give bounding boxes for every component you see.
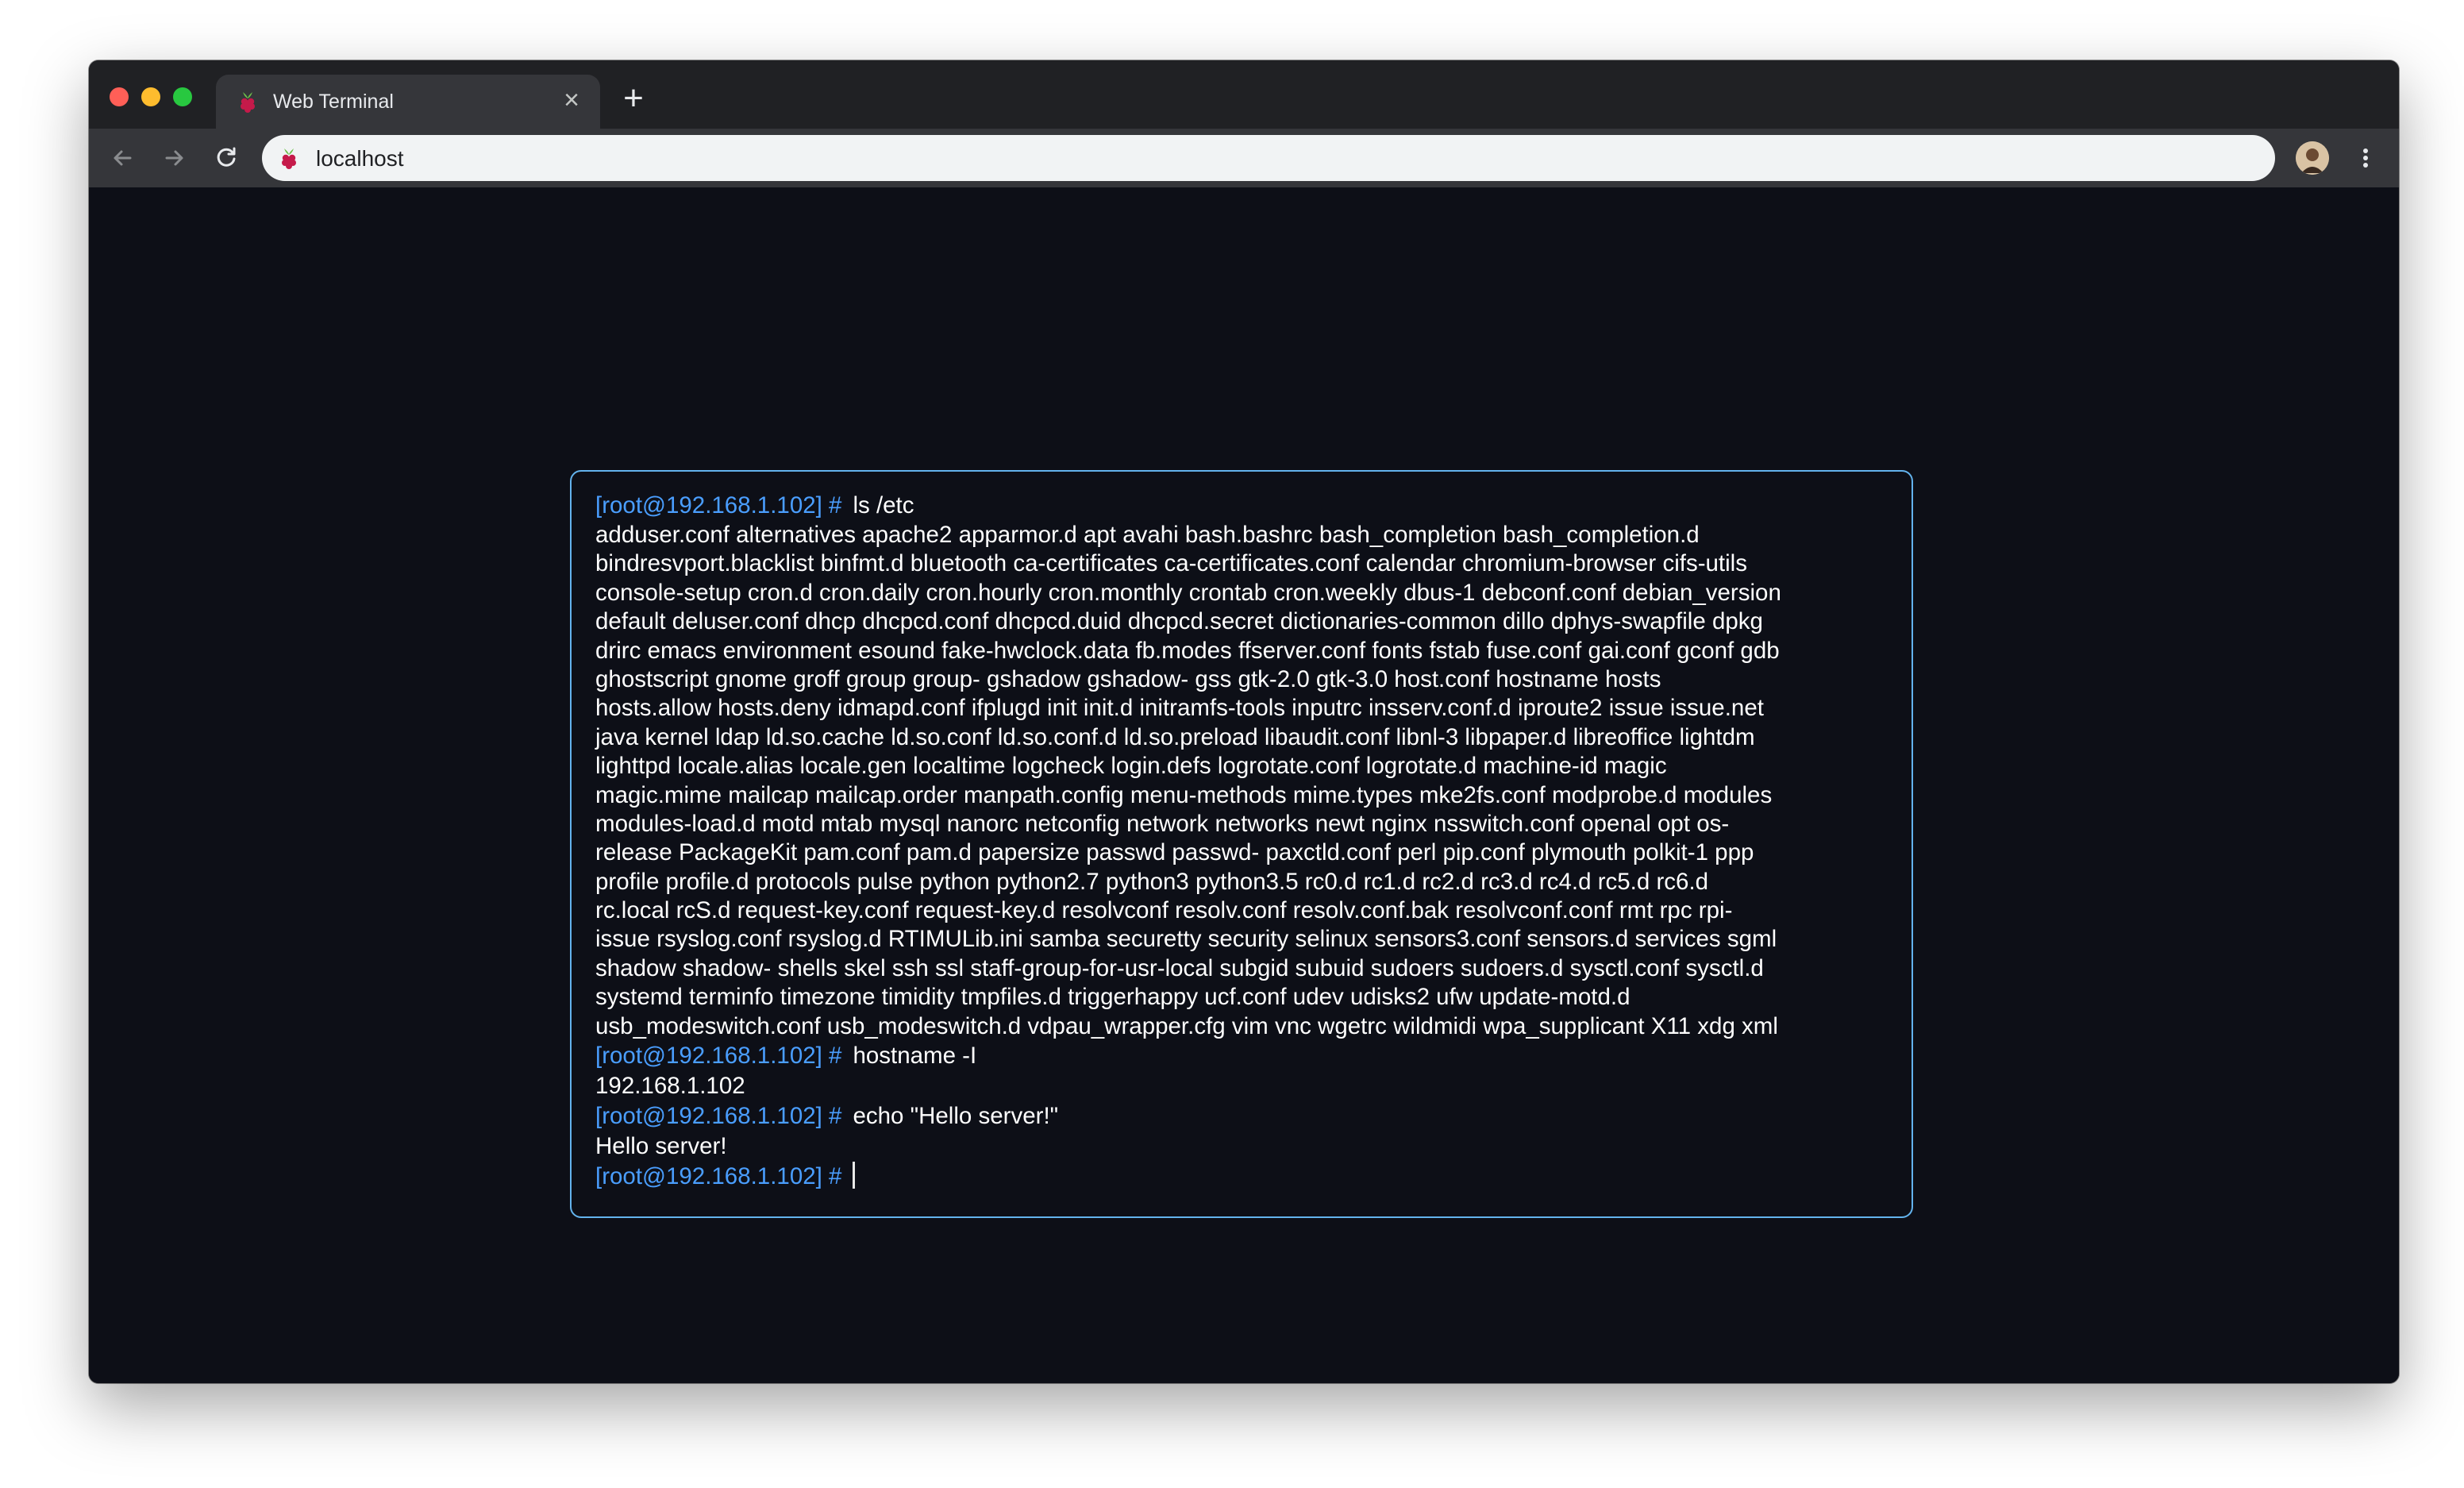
command-text: echo "Hello server!" <box>853 1103 1059 1130</box>
forward-icon[interactable] <box>157 141 191 175</box>
more-menu-icon[interactable] <box>2358 141 2374 175</box>
title-bar: Web Terminal × + <box>89 60 2399 129</box>
terminal-panel[interactable]: [root@192.168.1.102] # ls /etc adduser.co… <box>570 470 1913 1218</box>
output-line: shadow shadow- shells skel ssh ssl staff… <box>595 954 1764 981</box>
output-line: modules-load.d motd mtab mysql nanorc ne… <box>595 810 1730 837</box>
profile-avatar-icon[interactable] <box>2296 141 2329 175</box>
output-line: adduser.conf alternatives apache2 apparm… <box>595 522 1700 548</box>
command-text: ls /etc <box>853 492 914 518</box>
output-line: hosts.allow hosts.deny idmapd.conf ifplu… <box>595 695 1764 722</box>
address-bar[interactable]: localhost <box>262 135 2275 181</box>
output-line: rc.local rcS.d request-key.conf request-… <box>595 897 1733 924</box>
output-line: 192.168.1.102 <box>595 1073 745 1100</box>
output-line: profile profile.d protocols pulse python… <box>595 868 1709 895</box>
text-cursor <box>853 1162 856 1189</box>
output-line: magic.mime mailcap mailcap.order manpath… <box>595 781 1773 808</box>
output-line: ghostscript gnome groff group group- gsh… <box>595 665 1661 692</box>
reload-icon[interactable] <box>210 141 243 175</box>
raspberry-favicon-icon <box>282 148 296 169</box>
output-line: systemd terminfo timezone timidity tmpfi… <box>595 984 1630 1011</box>
command-line: [root@192.168.1.102] # hostname -I <box>595 1041 1892 1071</box>
command-line: [root@192.168.1.102] # echo "Hello server… <box>595 1101 1892 1131</box>
output-line: usb_modeswitch.conf usb_modeswitch.d vdp… <box>595 1012 1778 1039</box>
output-line: Hello server! <box>595 1133 727 1160</box>
raspberry-favicon-icon <box>241 92 255 113</box>
output-line: lighttpd locale.alias locale.gen localti… <box>595 753 1667 780</box>
tab-title: Web Terminal <box>273 91 394 113</box>
new-tab-icon[interactable]: + <box>616 81 651 116</box>
maximize-window-button[interactable] <box>173 87 192 106</box>
prompt: [root@192.168.1.102] # <box>595 1043 842 1070</box>
output-line: java kernel ldap ld.so.cache ld.so.conf … <box>595 723 1755 750</box>
terminal-output: [root@192.168.1.102] # ls /etc adduser.co… <box>595 491 1892 1192</box>
tab-web-terminal[interactable]: Web Terminal × <box>216 75 600 129</box>
back-icon[interactable] <box>106 141 140 175</box>
command-text: hostname -I <box>853 1043 977 1070</box>
page-content: [root@192.168.1.102] # ls /etc adduser.co… <box>89 187 2399 1383</box>
prompt: [root@192.168.1.102] # <box>595 492 842 518</box>
output-line: bindresvport.blacklist binfmt.d bluetoot… <box>595 550 1747 577</box>
close-window-button[interactable] <box>110 87 129 106</box>
browser-window: Web Terminal × + localhost [root@192.168… <box>89 60 2399 1383</box>
prompt: [root@192.168.1.102] # <box>595 1163 842 1190</box>
output-line: issue rsyslog.conf rsyslog.d RTIMULib.in… <box>595 926 1777 953</box>
url-text: localhost <box>316 146 404 171</box>
minimize-window-button[interactable] <box>141 87 160 106</box>
input-line[interactable]: [root@192.168.1.102] # <box>595 1162 1892 1192</box>
command-output: adduser.conf alternatives apache2 apparm… <box>595 521 1892 1041</box>
output-line: default deluser.conf dhcp dhcpcd.conf dh… <box>595 608 1763 635</box>
output-line: drirc emacs environment esound fake-hwcl… <box>595 637 1780 664</box>
command-line: [root@192.168.1.102] # ls /etc <box>595 491 1892 521</box>
output-line: console-setup cron.d cron.daily cron.hou… <box>595 579 1781 606</box>
prompt: [root@192.168.1.102] # <box>595 1103 842 1130</box>
browser-toolbar: localhost <box>89 129 2399 187</box>
close-icon[interactable]: × <box>557 86 586 114</box>
output-line: release PackageKit pam.conf pam.d papers… <box>595 839 1754 866</box>
